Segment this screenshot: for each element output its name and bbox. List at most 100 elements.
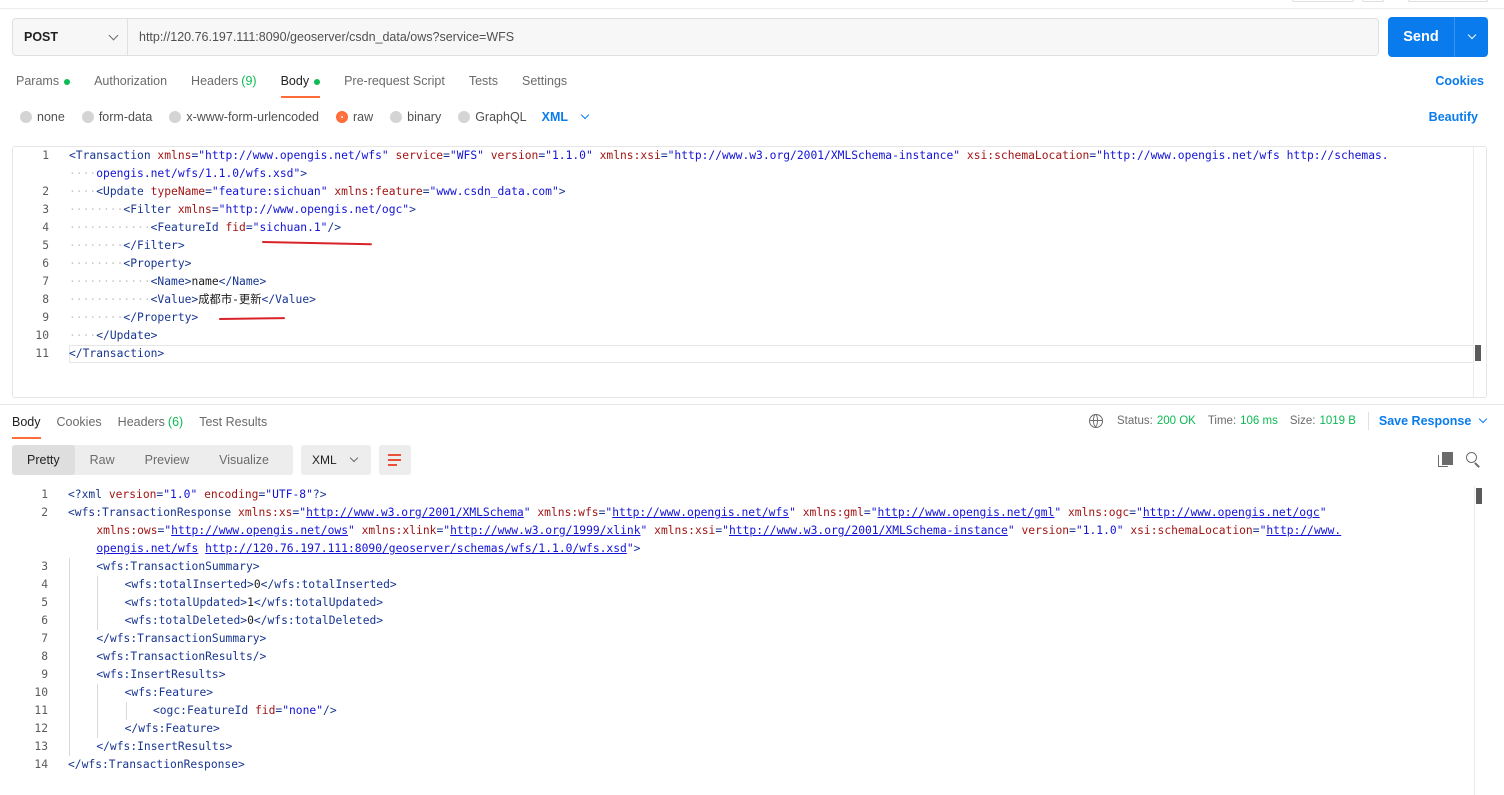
status-value[interactable]: 200 OK [1157,415,1196,427]
code-token: xmlns:xs [238,506,293,519]
view-pretty-button[interactable]: Pretty [12,445,75,475]
body-type-binary[interactable]: binary [390,110,441,124]
view-preview-button[interactable]: Preview [130,445,204,475]
code-token: http://www. [1266,524,1342,537]
globe-icon[interactable] [1089,414,1103,428]
indent-guide [69,558,70,576]
code-line: 12 </wfs:Feature> [12,720,1452,738]
radio-button[interactable] [169,111,182,123]
radio-button[interactable] [81,111,94,123]
indent-whitespace: ···· [69,329,97,342]
line-number: 4 [42,221,49,234]
line-number: 10 [34,686,48,699]
body-type-form-data[interactable]: form-data [81,110,152,124]
radio-button[interactable] [336,111,348,123]
code-token: <wfs:TransactionResults/> [96,650,267,663]
search-icon[interactable] [1466,452,1477,463]
request-body-editor[interactable]: 1 <Transaction xmlns="http://www.opengis.… [12,146,1487,398]
body-type-raw[interactable]: raw [336,110,373,124]
method-label: POST [24,30,59,44]
save-response-label: Save Response [1378,414,1472,428]
request-scrollbar-thumb[interactable] [1475,345,1481,361]
code-text: <wfs:totalDeleted>0</wfs:totalDeleted> [69,612,383,630]
indent-whitespace: ········ [69,311,124,324]
tab-headers[interactable]: Headers (9) [191,70,257,98]
body-type-label: x-www-form-urlencoded [186,110,319,124]
send-options-button[interactable] [1455,30,1488,40]
code-token: </Value> [261,293,316,306]
line-number: 14 [34,758,48,771]
time-value[interactable]: 106 ms [1240,415,1278,427]
response-tab-headers[interactable]: Headers (6) [118,411,184,439]
wrap-lines-icon [388,464,397,466]
code-token: </Update> [96,329,158,342]
tab-settings[interactable]: Settings [522,70,567,98]
code-line: 8 <wfs:TransactionResults/> [12,648,1452,666]
code-token: </wfs:totalUpdated> [253,596,384,609]
indent-guide [69,702,70,720]
tab-body[interactable]: Body [280,70,321,98]
code-token: > [409,203,416,216]
code-line: 7 </wfs:TransactionSummary> [12,630,1452,648]
view-raw-button[interactable]: Raw [75,445,130,475]
cookies-link[interactable]: Cookies [1435,74,1484,88]
code-line: 11 </Transaction> [13,345,1453,363]
url-input[interactable]: http://120.76.197.111:8090/geoserver/csd… [128,30,1378,44]
indent-whitespace: ············ [69,275,151,288]
body-type-graphql[interactable]: GraphQL [458,110,527,124]
send-button[interactable]: Send [1388,29,1454,45]
tab-tests[interactable]: Tests [469,70,498,98]
code-token: ?> [312,488,327,501]
code-token: </wfs:Feature> [124,722,220,735]
body-language-select[interactable]: XML [542,110,590,124]
toolbar-button-edge[interactable] [1362,0,1384,2]
body-type-none[interactable]: none [20,110,65,124]
method-select[interactable]: POST [13,19,128,55]
status-dot-icon [64,79,71,85]
toolbar-button-edge[interactable] [1408,0,1488,2]
code-line: 6 ········<Property> [13,255,1453,273]
request-scrollbar[interactable] [1473,147,1482,397]
chevron-down-icon [108,30,119,40]
indent-guide [69,576,70,594]
code-line: 3 ········<Filter xmlns="http://www.openg… [13,201,1453,219]
tab-label: Tests [468,74,498,88]
response-scrollbar-thumb[interactable] [1476,488,1482,504]
code-text: </wfs:TransactionResponse> [68,756,245,774]
copy-icon[interactable] [1438,452,1453,467]
code-token: <ogc:FeatureId [152,704,255,717]
tab-pre-request-script[interactable]: Pre-request Script [344,70,445,98]
code-token: </Transaction> [69,347,165,360]
code-token: "http://www.opengis.net/wfs http://schem… [1096,149,1389,162]
code-line: 11 <ogc:FeatureId fid="none"/> [12,702,1452,720]
save-response-button[interactable]: Save Response [1378,414,1488,428]
toolbar-button-edge[interactable] [1292,0,1354,2]
code-token: 1 [247,596,254,609]
response-status-bar: Status: 200 OK Time: 106 ms Size: 1019 B… [1089,412,1488,430]
tab-authorization[interactable]: Authorization [94,70,167,98]
response-tab-cookies[interactable]: Cookies [57,411,102,439]
body-type-x-www-form-urlencoded[interactable]: x-www-form-urlencoded [169,110,319,124]
radio-button[interactable] [390,111,403,123]
tab-params[interactable]: Params [16,70,71,98]
response-scrollbar[interactable] [1474,486,1483,795]
indent-whitespace: ········ [69,239,124,252]
response-body-viewer[interactable]: 1 <?xml version="1.0" encoding="UTF-8"?> 2… [12,486,1487,795]
radio-button[interactable] [20,111,32,123]
wrap-lines-button[interactable] [379,445,411,475]
code-token: </wfs:InsertResults> [96,740,233,753]
line-number: 10 [35,329,49,342]
code-token: </Filter> [123,239,185,252]
response-tab-body[interactable]: Body [12,411,41,439]
code-token: " [1007,524,1015,537]
pane-divider[interactable] [0,404,1504,405]
response-tab-test-results[interactable]: Test Results [199,411,267,439]
view-visualize-button[interactable]: Visualize [204,445,284,475]
beautify-link[interactable]: Beautify [1429,110,1478,124]
radio-button[interactable] [458,111,471,123]
line-number: 1 [41,488,48,501]
size-value[interactable]: 1019 B [1319,415,1355,427]
response-format-select[interactable]: XML [301,445,371,475]
